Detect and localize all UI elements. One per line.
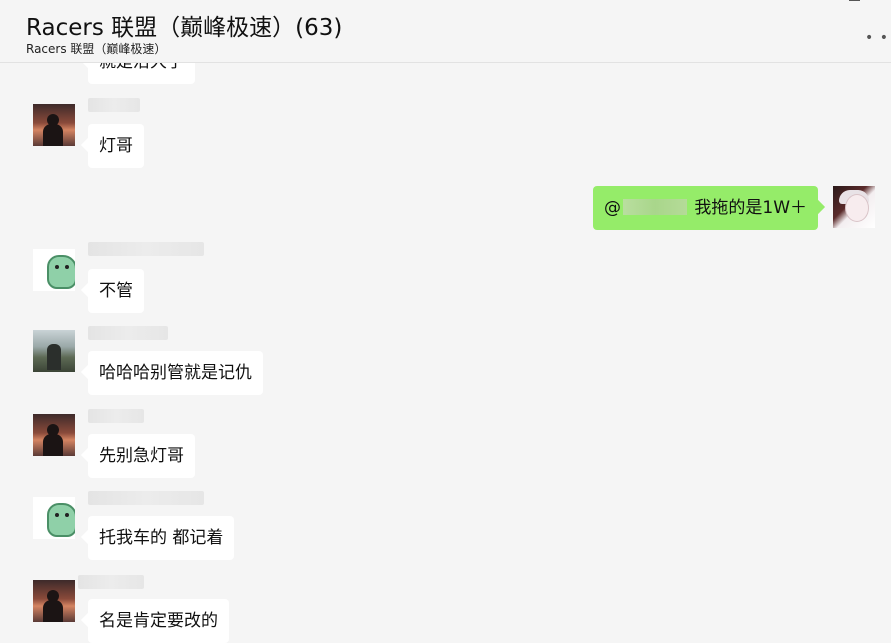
message-text: 我拖的是1W＋ bbox=[689, 198, 808, 218]
sender-name-redacted bbox=[88, 491, 204, 505]
my-message-bubble[interactable]: @ 我拖的是1W＋ bbox=[593, 186, 819, 230]
minimize-icon[interactable] bbox=[807, 0, 821, 4]
pin-icon[interactable] bbox=[767, 0, 781, 4]
message-text: 托我车的 都记着 bbox=[99, 528, 224, 548]
sender-name-redacted bbox=[88, 242, 204, 256]
mention-symbol: @ bbox=[604, 198, 621, 218]
avatar[interactable] bbox=[33, 104, 75, 146]
sender-name-redacted bbox=[88, 98, 140, 112]
message-bubble[interactable]: 托我车的 都记着 bbox=[88, 516, 235, 560]
maximize-icon[interactable] bbox=[847, 0, 861, 4]
message-text: 名是肯定要改的 bbox=[99, 611, 218, 631]
avatar[interactable] bbox=[33, 249, 75, 291]
sender-name-redacted bbox=[88, 409, 144, 423]
avatar[interactable] bbox=[33, 497, 75, 539]
chat-header: Racers 联盟（巅峰极速）(63) Racers 联盟（巅峰极速） • • bbox=[0, 0, 891, 63]
sender-name-redacted bbox=[88, 326, 168, 340]
message-bubble[interactable]: 哈哈哈别管就是记仇 bbox=[88, 351, 263, 395]
avatar[interactable] bbox=[33, 330, 75, 372]
page-title: Racers 联盟（巅峰极速）(63) bbox=[26, 15, 343, 41]
redacted-mention bbox=[623, 199, 687, 215]
message-bubble[interactable]: 名是肯定要改的 bbox=[88, 599, 229, 643]
my-avatar[interactable] bbox=[833, 186, 875, 228]
message-text: 不管 bbox=[99, 281, 133, 301]
sender-name-redacted bbox=[78, 575, 144, 589]
message-text: 先别急灯哥 bbox=[99, 446, 184, 466]
message-bubble[interactable]: 先别急灯哥 bbox=[88, 434, 195, 478]
close-icon[interactable] bbox=[879, 0, 891, 4]
message-bubble[interactable]: 不管 bbox=[88, 269, 144, 313]
chat-message-list[interactable]: 就是沿大了 灯哥 @ 我拖的是1W＋ 不管 哈哈哈别管就是记仇 先别急灯哥 bbox=[0, 0, 891, 643]
more-dots-icon[interactable]: • • bbox=[865, 30, 889, 46]
avatar[interactable] bbox=[33, 414, 75, 456]
message-bubble[interactable]: 灯哥 bbox=[88, 124, 144, 168]
message-text: 哈哈哈别管就是记仇 bbox=[99, 363, 252, 383]
window-controls bbox=[751, 0, 891, 10]
chat-subtitle: Racers 联盟（巅峰极速） bbox=[26, 42, 167, 56]
message-text: 灯哥 bbox=[99, 136, 133, 156]
avatar[interactable] bbox=[33, 580, 75, 622]
